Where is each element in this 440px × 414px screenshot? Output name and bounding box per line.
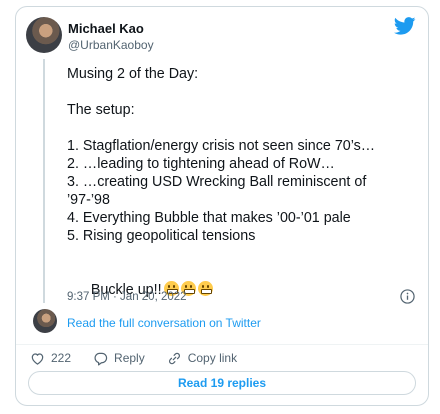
avatar-small[interactable]: [33, 309, 57, 333]
reply-label: Reply: [114, 351, 145, 365]
tweet-line: 3. …creating USD Wrecking Ball reminisce…: [67, 174, 367, 190]
copy-link-label: Copy link: [187, 351, 238, 365]
tweet-timestamp[interactable]: 9:37 PM · Jan 20, 2022: [67, 291, 187, 303]
copy-link-button[interactable]: Copy link: [167, 351, 237, 366]
read-replies-button[interactable]: Read 19 replies: [28, 371, 416, 395]
tweet-closing-line: Buckle up!!: [67, 263, 422, 317]
copy-link-icon: [168, 352, 180, 364]
tweet-line: 5. Rising geopolitical tensions: [67, 228, 256, 244]
divider: [16, 344, 428, 345]
tweet-line: 2. …leading to tightening ahead of RoW…: [67, 156, 335, 172]
embedded-tweet-card: Michael Kao @UrbanKaoboy Musing 2 of the…: [15, 6, 429, 406]
avatar[interactable]: [26, 17, 62, 53]
tweet-line: 1. Stagflation/energy crisis not seen si…: [67, 138, 376, 154]
heart-icon: [31, 352, 44, 365]
like-button[interactable]: 222: [30, 351, 71, 366]
twitter-bird-icon[interactable]: [394, 17, 416, 35]
tweet-line: Musing 2 of the Day:: [67, 66, 199, 82]
tweet-line: ’97-’98: [67, 192, 110, 208]
read-full-conversation-link[interactable]: Read the full conversation on Twitter: [67, 316, 261, 330]
thread-line: [43, 59, 45, 303]
tweet-text: Musing 2 of the Day: The setup: 1. Stagf…: [67, 65, 422, 317]
info-icon[interactable]: [400, 289, 415, 304]
like-count: 222: [51, 351, 72, 365]
author-handle[interactable]: @UrbanKaoboy: [68, 38, 154, 52]
reply-bubble-icon: [94, 352, 108, 365]
grimacing-face-icon: [197, 281, 213, 296]
tweet-line: The setup:: [67, 102, 135, 118]
tweet-line: 4. Everything Bubble that makes ’00-’01 …: [67, 210, 351, 226]
tweet-actions: 222 Reply Copy link: [30, 349, 259, 367]
reply-button[interactable]: Reply: [93, 351, 145, 366]
author-name[interactable]: Michael Kao: [68, 21, 144, 36]
